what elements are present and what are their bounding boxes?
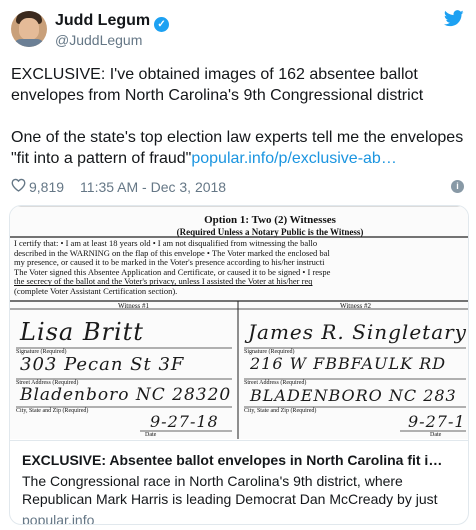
w2-date-label: Date	[430, 432, 442, 438]
w2-signature: James R. Singletary	[248, 320, 467, 344]
card-image[interactable]: Option 1: Two (2) Witnesses (Required Un…	[10, 206, 468, 439]
card-title[interactable]: EXCLUSIVE: Absentee ballot envelopes in …	[22, 451, 456, 469]
twitter-bird-icon[interactable]	[444, 10, 464, 27]
w1-street: 303 Pecan St 3F	[20, 354, 185, 375]
link-card[interactable]: Option 1: Two (2) Witnesses (Required Un…	[9, 205, 469, 525]
doc-certification-text: I certify that: • I am at least 18 years…	[14, 239, 331, 296]
author-name-row[interactable]: Judd Legum ✓	[55, 11, 170, 32]
witness-1-label: Witness #1	[118, 302, 150, 310]
w1-city-label: City, State and Zip (Required)	[16, 408, 89, 414]
verified-badge-icon: ✓	[154, 17, 170, 32]
w1-city: Bladenboro NC 28320	[20, 385, 232, 405]
w2-city: BLADENBORO NC 283	[250, 386, 457, 405]
info-icon[interactable]: i	[451, 180, 464, 193]
w1-signature: Lisa Britt	[20, 318, 144, 346]
card-body[interactable]: EXCLUSIVE: Absentee ballot envelopes in …	[10, 440, 468, 524]
tweet-text: EXCLUSIVE: I've obtained images of 162 a…	[11, 64, 466, 169]
avatar[interactable]	[11, 11, 47, 47]
author-name[interactable]: Judd Legum	[55, 12, 150, 29]
author-handle[interactable]: @JuddLegum	[55, 32, 142, 48]
card-description: The Congressional race in North Carolina…	[22, 473, 438, 507]
ballot-envelope-image: Option 1: Two (2) Witnesses (Required Un…	[10, 206, 468, 439]
article-link[interactable]: popular.info/p/exclusive-ab…	[191, 150, 396, 167]
w2-street: 216 W FBBFAULK RD	[250, 354, 447, 373]
card-domain: popular.info	[22, 512, 95, 525]
like-count[interactable]: 9,819	[29, 179, 64, 195]
heart-icon[interactable]	[11, 178, 26, 195]
witness-2-label: Witness #2	[340, 302, 372, 310]
tweet-timestamp[interactable]: 11:35 AM - Dec 3, 2018	[80, 179, 226, 195]
w1-date: 9-27-18	[150, 412, 219, 431]
w2-date: 9-27-1	[408, 412, 466, 431]
tweet-paragraph-1: EXCLUSIVE: I've obtained images of 162 a…	[11, 66, 424, 104]
tweet-meta: 9,819 11:35 AM - Dec 3, 2018	[11, 178, 226, 195]
w2-city-label: City, State and Zip (Required)	[244, 408, 317, 414]
w1-date-label: Date	[145, 432, 157, 438]
tweet-paragraph-2: One of the state's top election law expe…	[11, 127, 466, 169]
